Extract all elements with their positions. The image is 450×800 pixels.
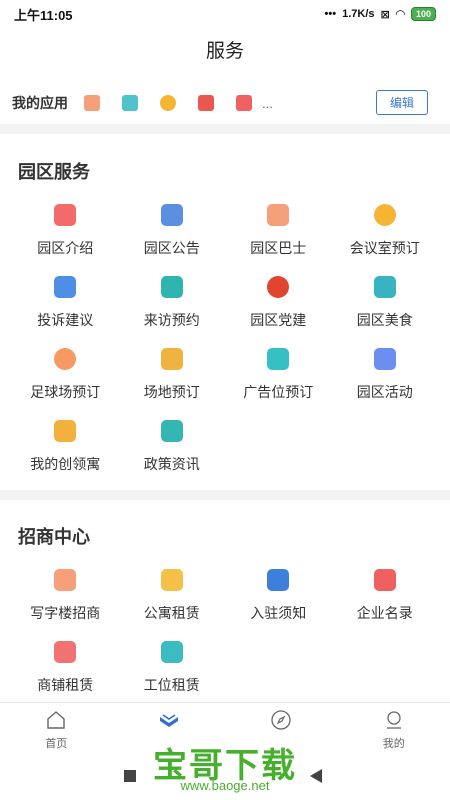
- status-time: 上午11:05: [14, 7, 73, 23]
- service-item-label: 我的创领寓: [30, 456, 101, 472]
- service-item[interactable]: 入驻须知: [225, 569, 332, 623]
- service-item[interactable]: 园区活动: [332, 348, 439, 402]
- service-item-label: 广告位预订: [243, 384, 314, 400]
- bus-icon: [267, 204, 290, 226]
- service-item[interactable]: 投诉建议: [12, 276, 119, 330]
- service-item[interactable]: 来访预约: [119, 276, 226, 330]
- service-item[interactable]: 公寓租赁: [119, 569, 226, 623]
- my-apps-row: 我的应用 ... 编辑: [0, 86, 450, 120]
- service-item[interactable]: 企业名录: [332, 569, 439, 623]
- football-icon: [54, 348, 77, 370]
- back-button[interactable]: [310, 769, 322, 783]
- desk-icon: [160, 641, 183, 663]
- service-item-label: 园区公告: [143, 240, 200, 256]
- service-item-label: 场地预订: [143, 384, 200, 400]
- mail-icon: [54, 276, 77, 298]
- park-services-grid: 园区介绍 园区公告 园区巴士 会议室预订投诉建议 来访预约 园区党建 园区美食足球场预订 场地…: [12, 204, 438, 474]
- service-item[interactable]: 政策资讯: [119, 420, 226, 474]
- home-icon: [45, 709, 67, 731]
- compass-icon: [270, 709, 292, 731]
- service-item[interactable]: 工位租赁: [119, 641, 226, 695]
- service-item-label: 投诉建议: [37, 312, 94, 328]
- service-item[interactable]: 园区巴士: [225, 204, 332, 258]
- building-icon[interactable]: [84, 95, 100, 111]
- clock-icon[interactable]: [160, 95, 176, 111]
- recents-button[interactable]: [124, 770, 136, 782]
- service-item-label: 足球场预订: [30, 384, 101, 400]
- park-services-title: 园区服务: [18, 162, 90, 182]
- status-bar: 上午11:05 ••• 1.7K/s ⊠ ◠ 100: [0, 0, 450, 28]
- investment-grid: 写字楼招商 公寓租赁 入驻须知 企业名录商铺租赁 工位租赁: [12, 569, 438, 695]
- service-item[interactable]: 写字楼招商: [12, 569, 119, 623]
- battery-icon: 100: [410, 7, 436, 21]
- service-item-label: 来访预约: [143, 312, 200, 328]
- service-item[interactable]: 广告位预订: [225, 348, 332, 402]
- service-item[interactable]: 足球场预订: [12, 348, 119, 402]
- office-icon: [54, 569, 77, 591]
- podium-icon: [160, 420, 183, 442]
- service-item[interactable]: 商铺租赁: [12, 641, 119, 695]
- wifi-icon: ◠: [395, 7, 405, 21]
- service-item[interactable]: 园区美食: [332, 276, 439, 330]
- more-apps-indicator: ...: [262, 95, 273, 111]
- party-icon: [267, 276, 290, 298]
- service-item-label: 会议室预订: [349, 240, 420, 256]
- service-item[interactable]: 园区公告: [119, 204, 226, 258]
- service-icon: [158, 709, 180, 731]
- service-item-label: 园区介绍: [37, 240, 94, 256]
- service-item-label: 公寓租赁: [143, 605, 200, 621]
- sim-icon: ⊠: [380, 8, 390, 21]
- service-item-label: 商铺租赁: [37, 677, 94, 693]
- house-icon: [54, 420, 77, 442]
- list-icon: [373, 569, 396, 591]
- shop-icon: [54, 641, 77, 663]
- service-item[interactable]: 场地预订: [119, 348, 226, 402]
- service-item[interactable]: 我的创领寓: [12, 420, 119, 474]
- service-item-label: 园区美食: [356, 312, 413, 328]
- calendar-icon: [373, 348, 396, 370]
- system-nav-bar: [0, 766, 450, 786]
- service-item-label: 政策资讯: [143, 456, 200, 472]
- section-divider: [0, 490, 450, 500]
- tools-icon[interactable]: [198, 95, 214, 111]
- checkbox-icon[interactable]: [122, 95, 138, 111]
- card-icon: [267, 348, 290, 370]
- venue-icon: [160, 348, 183, 370]
- section-divider: [0, 124, 450, 134]
- service-item-label: 园区党建: [250, 312, 307, 328]
- service-item-label: 企业名录: [356, 605, 413, 621]
- service-item[interactable]: 会议室预订: [332, 204, 439, 258]
- my-apps-icons: [84, 95, 252, 111]
- flag-icon: [267, 569, 290, 591]
- edit-button[interactable]: 编辑: [375, 90, 428, 115]
- note-icon[interactable]: [236, 95, 252, 111]
- service-item-label: 园区巴士: [250, 240, 307, 256]
- service-item-label: 写字楼招商: [30, 605, 101, 621]
- doc-icon: [54, 204, 77, 226]
- notification-dots: •••: [324, 8, 337, 20]
- status-icons: ••• 1.7K/s ⊠ ◠ 100: [325, 7, 436, 21]
- people-icon: [160, 276, 183, 298]
- profile-icon: [383, 709, 405, 731]
- newspaper-icon: [160, 204, 183, 226]
- service-item-label: 工位租赁: [143, 677, 200, 693]
- service-item[interactable]: 园区介绍: [12, 204, 119, 258]
- page-title: 服务: [205, 41, 244, 62]
- network-speed: 1.7K/s: [342, 8, 375, 20]
- investment-title: 招商中心: [18, 527, 90, 547]
- apartment-icon: [160, 569, 183, 591]
- service-item-label: 园区活动: [356, 384, 413, 400]
- clock-icon: [373, 204, 396, 226]
- service-item[interactable]: 园区党建: [225, 276, 332, 330]
- utensils-icon: [373, 276, 396, 298]
- my-apps-label: 我的应用: [12, 95, 68, 111]
- service-item-label: 入驻须知: [250, 605, 307, 621]
